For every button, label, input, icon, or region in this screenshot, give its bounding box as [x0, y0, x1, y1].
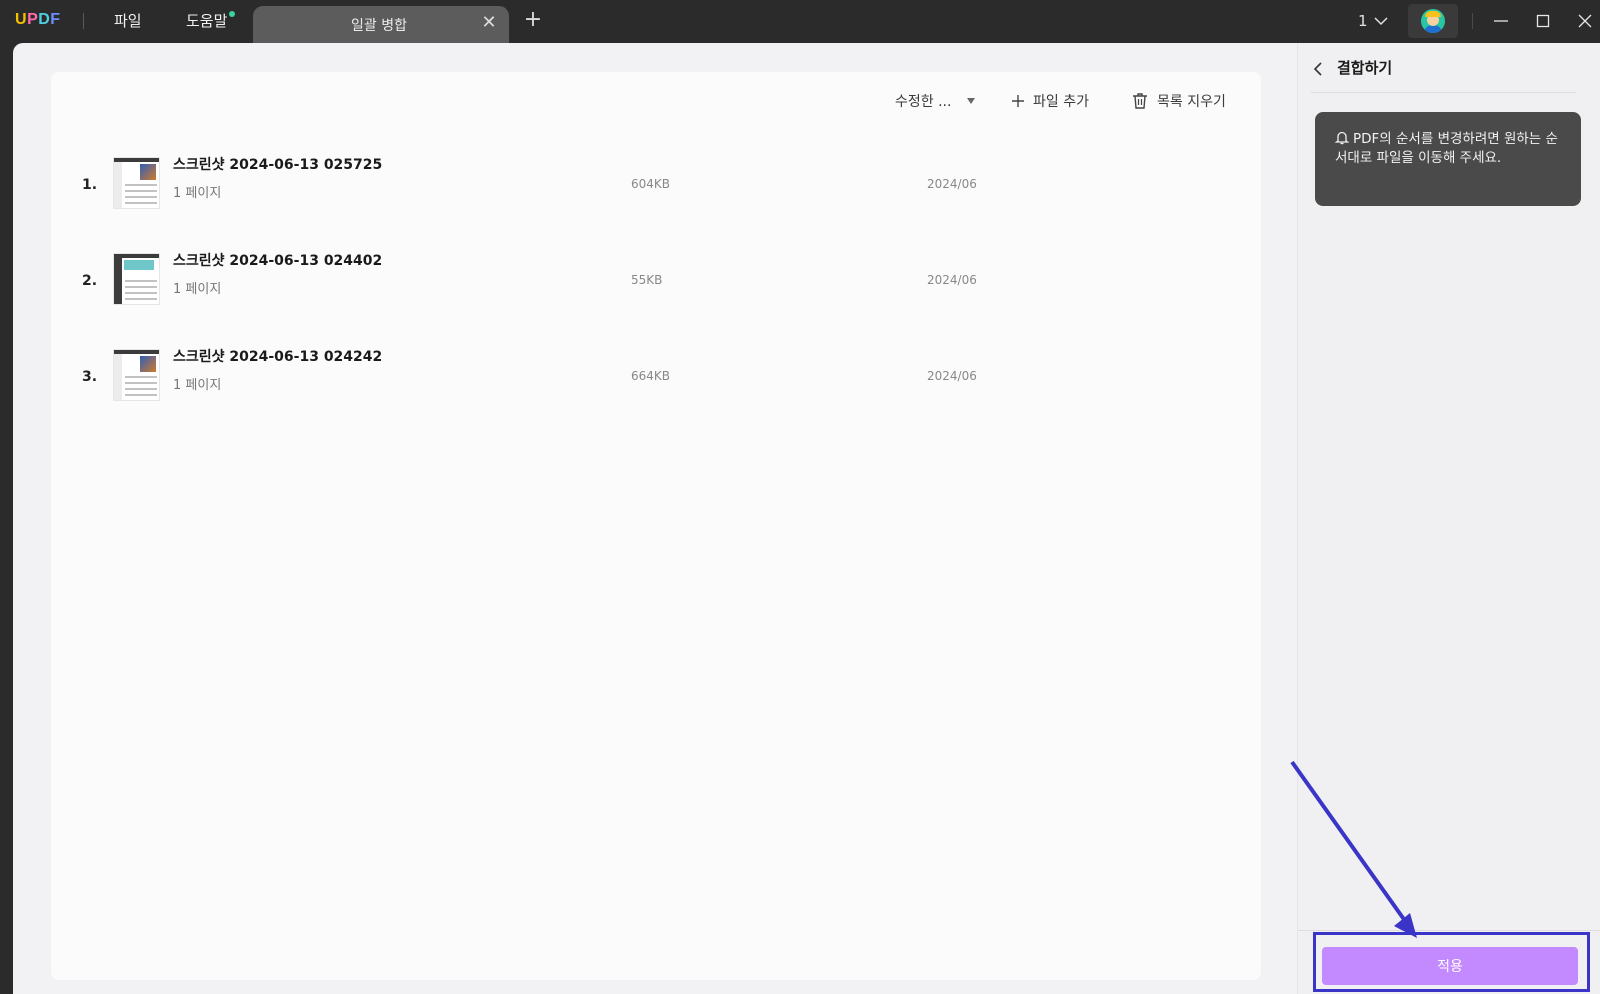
account-button[interactable]: [1408, 4, 1458, 38]
add-file-button[interactable]: 파일 추가: [1011, 91, 1089, 111]
avatar: [1421, 9, 1445, 33]
reorder-notice: PDF의 순서를 변경하려면 원하는 순서대로 파일을 이동해 주세요.: [1315, 112, 1581, 206]
file-thumbnail: [113, 253, 160, 305]
row-index: 3.: [82, 369, 98, 385]
file-size: 55KB: [631, 273, 663, 287]
menu-help[interactable]: 도움말: [186, 10, 227, 31]
clear-list-label: 목록 지우기: [1157, 94, 1226, 110]
title-bar: UPDF 파일 도움말 일괄 병합 ✕ + 1: [0, 0, 1600, 44]
notification-dot: [229, 11, 235, 17]
caret-down-icon: [967, 98, 976, 104]
titlebar-divider: [83, 13, 84, 29]
maximize-icon[interactable]: [1530, 8, 1556, 34]
file-date: 2024/06: [927, 273, 977, 287]
titlebar-divider: [1472, 13, 1473, 29]
sort-label: 수정한 ...: [895, 94, 952, 110]
file-date: 2024/06: [927, 369, 977, 383]
close-icon[interactable]: ✕: [479, 13, 499, 33]
main-panel: 수정한 ... 파일 추가 목록 지우기 1. 스크린샷 2024-06-13 …: [13, 43, 1297, 994]
file-pages: 1 페이지: [173, 282, 222, 297]
add-file-label: 파일 추가: [1033, 94, 1089, 110]
file-row[interactable]: 3. 스크린샷 2024-06-13 024242 1 페이지 664KB 20…: [51, 341, 1261, 413]
chevron-left-icon[interactable]: [1311, 59, 1325, 79]
trash-icon: [1133, 93, 1147, 109]
footer-divider: [1298, 930, 1600, 931]
file-name: 스크린샷 2024-06-13 024242: [173, 349, 383, 365]
file-thumbnail: [113, 349, 160, 401]
apply-button[interactable]: 적용: [1322, 947, 1578, 985]
plus-icon: [1012, 95, 1024, 107]
row-index: 1.: [82, 177, 98, 193]
file-pages: 1 페이지: [173, 378, 222, 393]
bell-icon: [1334, 131, 1350, 145]
close-icon[interactable]: [1572, 8, 1598, 34]
panel-title: 결합하기: [1337, 59, 1393, 77]
file-row[interactable]: 1. 스크린샷 2024-06-13 025725 1 페이지 604KB 20…: [51, 149, 1261, 221]
sort-dropdown[interactable]: 수정한 ...: [895, 91, 977, 111]
menu-file[interactable]: 파일: [114, 10, 142, 31]
file-name: 스크린샷 2024-06-13 025725: [173, 157, 383, 173]
chevron-down-icon: [1374, 17, 1388, 26]
file-size: 604KB: [631, 177, 671, 191]
notice-text: PDF의 순서를 변경하려면 원하는 순서대로 파일을 이동해 주세요.: [1335, 131, 1558, 166]
row-index: 2.: [82, 273, 98, 289]
file-thumbnail: [113, 157, 160, 209]
file-size: 664KB: [631, 369, 671, 383]
combine-panel: 결합하기 PDF의 순서를 변경하려면 원하는 순서대로 파일을 이동해 주세요…: [1297, 43, 1600, 994]
file-name: 스크린샷 2024-06-13 024402: [173, 253, 383, 269]
file-row[interactable]: 2. 스크린샷 2024-06-13 024402 1 페이지 55KB 202…: [51, 245, 1261, 317]
plus-icon[interactable]: +: [523, 9, 543, 31]
clear-list-button[interactable]: 목록 지우기: [1131, 91, 1226, 111]
file-pages: 1 페이지: [173, 186, 222, 201]
page-count-dropdown[interactable]: 1: [1358, 12, 1388, 30]
tab-batch-merge[interactable]: 일괄 병합 ✕: [253, 6, 509, 44]
panel-header: 결합하기: [1311, 57, 1576, 93]
tab-title: 일괄 병합: [351, 18, 407, 34]
file-date: 2024/06: [927, 177, 977, 191]
updf-logo[interactable]: UPDF: [15, 11, 61, 29]
minimize-icon[interactable]: [1488, 8, 1514, 34]
file-list-card: 수정한 ... 파일 추가 목록 지우기 1. 스크린샷 2024-06-13 …: [51, 72, 1261, 980]
page-count-value: 1: [1358, 12, 1368, 30]
